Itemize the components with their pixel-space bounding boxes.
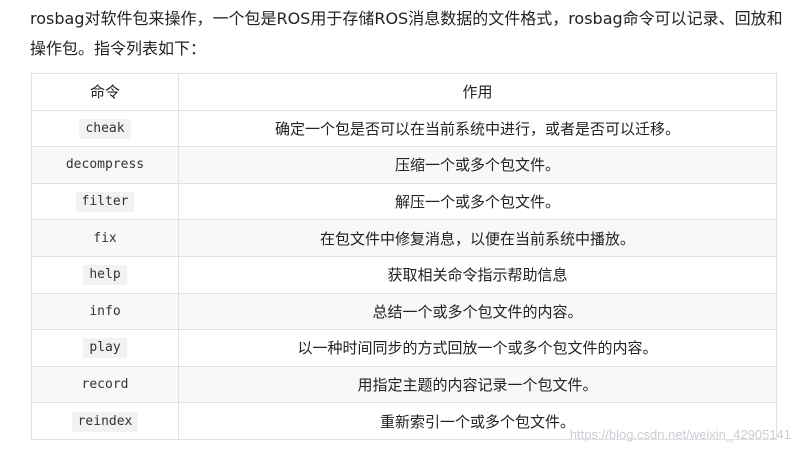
command-cell: play xyxy=(31,329,179,367)
table-row: info 总结一个或多个包文件的内容。 xyxy=(31,292,777,331)
command-table: 命令 作用 cheak 确定一个包是否可以在当前系统中进行，或者是否可以迁移。 … xyxy=(31,73,777,440)
command-code: decompress xyxy=(59,155,151,176)
command-code: fix xyxy=(87,228,123,249)
command-code: info xyxy=(83,301,127,322)
description-cell: 用指定主题的内容记录一个包文件。 xyxy=(178,365,777,404)
header-command: 命令 xyxy=(31,73,179,111)
description-cell: 获取相关命令指示帮助信息 xyxy=(178,255,777,294)
description-cell: 压缩一个或多个包文件。 xyxy=(178,146,777,184)
table-row: play 以一种时间同步的方式回放一个或多个包文件的内容。 xyxy=(31,329,777,367)
command-code: filter xyxy=(75,192,135,213)
command-code: reindex xyxy=(71,411,139,432)
command-cell: cheak xyxy=(31,109,179,148)
command-code: help xyxy=(83,265,127,286)
table-row: decompress 压缩一个或多个包文件。 xyxy=(31,146,777,184)
command-cell: decompress xyxy=(31,146,179,184)
table-row: filter 解压一个或多个包文件。 xyxy=(31,182,777,221)
command-code: cheak xyxy=(79,118,131,139)
description-cell: 以一种时间同步的方式回放一个或多个包文件的内容。 xyxy=(178,329,777,367)
description-cell: 在包文件中修复消息，以便在当前系统中播放。 xyxy=(178,219,777,257)
command-cell: reindex xyxy=(31,402,179,440)
command-cell: filter xyxy=(31,182,179,221)
intro-paragraph: rosbag对软件包来操作，一个包是ROS用于存储ROS消息数据的文件格式，ro… xyxy=(30,9,783,58)
command-cell: record xyxy=(31,365,179,404)
command-cell: fix xyxy=(31,219,179,257)
header-description: 作用 xyxy=(178,73,777,111)
table-row: fix 在包文件中修复消息，以便在当前系统中播放。 xyxy=(31,219,777,257)
command-code: record xyxy=(75,375,135,396)
description-cell: 总结一个或多个包文件的内容。 xyxy=(178,292,777,331)
table-row: cheak 确定一个包是否可以在当前系统中进行，或者是否可以迁移。 xyxy=(31,109,777,148)
description-cell: 确定一个包是否可以在当前系统中进行，或者是否可以迁移。 xyxy=(178,109,777,148)
description-cell: 解压一个或多个包文件。 xyxy=(178,182,777,221)
command-code: play xyxy=(83,338,127,359)
table-row: record 用指定主题的内容记录一个包文件。 xyxy=(31,365,777,404)
table-header-row: 命令 作用 xyxy=(31,73,777,111)
table-row: help 获取相关命令指示帮助信息 xyxy=(31,255,777,294)
watermark-url: https://blog.csdn.net/weixin_42905141 xyxy=(569,427,791,442)
command-cell: help xyxy=(31,255,179,294)
command-cell: info xyxy=(31,292,179,331)
